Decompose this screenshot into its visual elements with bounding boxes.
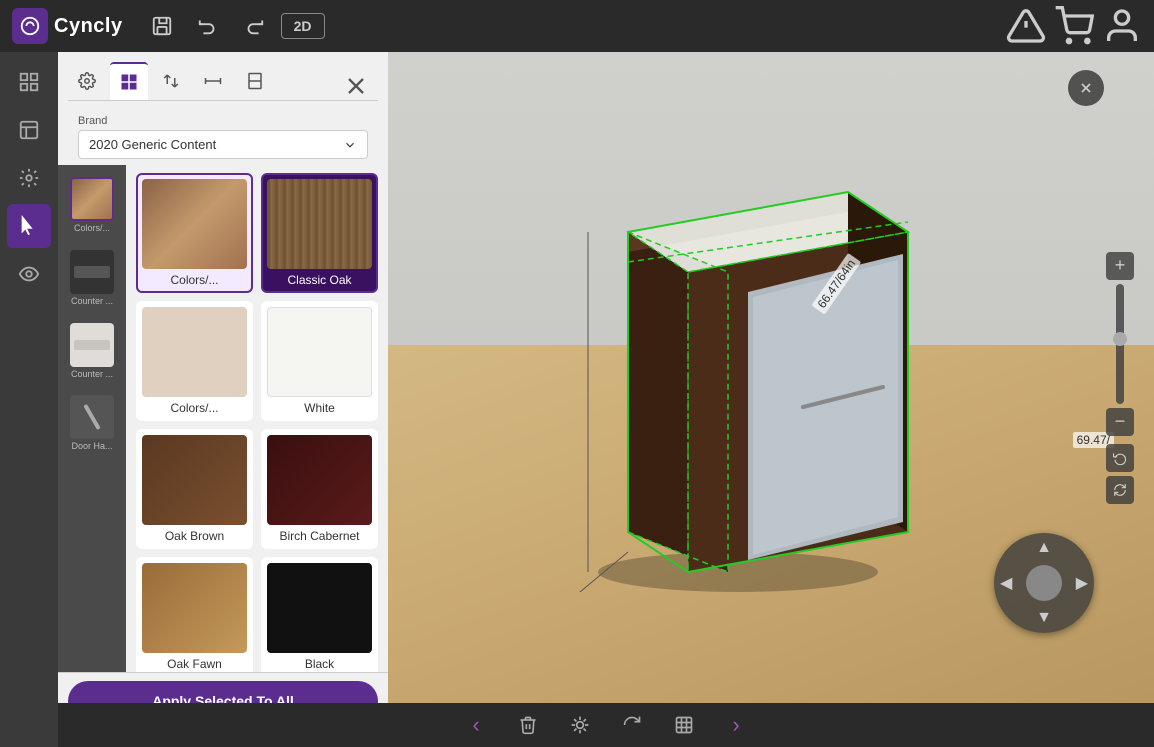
panel-thumbnail-colors[interactable]: Colors/...	[62, 171, 122, 240]
zoom-bar	[1116, 284, 1124, 404]
trash-icon	[518, 715, 538, 735]
left-sidebar	[0, 52, 58, 747]
3d-viewport[interactable]: 66.47/64in 69.47/ ▲ ▼ ◀ ▶ + −	[388, 52, 1154, 703]
nav-right-button[interactable]: ▶	[1076, 573, 1088, 593]
brand-dropdown[interactable]: 2020 Generic Content	[78, 130, 368, 159]
nav-controls: ▲ ▼ ◀ ▶	[994, 533, 1094, 633]
zoom-controls: + −	[1106, 252, 1134, 504]
color-label-colors-selected: Colors/...	[170, 273, 218, 287]
color-item-white[interactable]: White	[261, 301, 378, 421]
color-swatch-oak-fawn	[142, 563, 247, 653]
color-swatch-oak-brown	[142, 435, 247, 525]
color-swatch-white	[267, 307, 372, 397]
decor-icon	[570, 715, 590, 735]
zoom-in-button[interactable]: +	[1106, 252, 1134, 280]
nav-down-button[interactable]: ▼	[1036, 609, 1052, 627]
brand-label: Brand	[78, 115, 368, 127]
snap-button[interactable]	[666, 707, 702, 743]
color-swatch-classic-oak	[267, 179, 372, 269]
zoom-handle	[1113, 332, 1127, 346]
color-grid: Colors/... Classic Oak Colors/... White …	[126, 165, 388, 672]
color-label-classic-oak: Classic Oak	[287, 273, 351, 287]
color-item-black[interactable]: Black	[261, 557, 378, 672]
color-swatch-colors-selected	[142, 179, 247, 269]
color-swatch-black	[267, 563, 372, 653]
rotate-icon	[1113, 483, 1127, 497]
nav-ring: ▲ ▼ ◀ ▶	[994, 533, 1094, 633]
logo-icon	[12, 8, 48, 44]
sidebar-item-select[interactable]	[7, 60, 51, 104]
close-viewport-button[interactable]	[1068, 70, 1104, 106]
color-label-oak-fawn: Oak Fawn	[167, 657, 222, 671]
color-item-colors-sub[interactable]: Colors/...	[136, 301, 253, 421]
alert-button[interactable]	[1006, 6, 1046, 46]
brand-section: Brand 2020 Generic Content	[68, 107, 378, 165]
prev-button[interactable]: ‹	[458, 707, 494, 743]
tab-catalog[interactable]	[110, 62, 148, 100]
redo-button[interactable]	[235, 7, 273, 45]
color-item-classic-oak[interactable]: Classic Oak	[261, 173, 378, 293]
color-label-oak-brown: Oak Brown	[165, 529, 224, 543]
prev-icon: ‹	[472, 712, 479, 738]
brand-value: 2020 Generic Content	[89, 137, 216, 152]
next-icon: ›	[732, 712, 739, 738]
color-label-white: White	[304, 401, 335, 415]
tab-measure[interactable]	[194, 62, 232, 100]
panel-thumbnail-colors-label: Colors/...	[74, 223, 110, 234]
bottom-toolbar: ‹ ›	[58, 703, 1154, 747]
zoom-out-button[interactable]: −	[1106, 408, 1134, 436]
panel-thumbnail-door[interactable]: Door Ha...	[62, 389, 122, 458]
trash-button[interactable]	[510, 707, 546, 743]
cart-button[interactable]	[1054, 6, 1094, 46]
color-item-birch-cabernet[interactable]: Birch Cabernet	[261, 429, 378, 549]
nav-up-button[interactable]: ▲	[1036, 539, 1052, 557]
zoom-reset-icon	[1113, 451, 1127, 465]
panel-thumbnail-counter[interactable]: Counter ...	[62, 244, 122, 313]
app-name: Cyncly	[54, 15, 123, 38]
chevron-down-icon	[343, 138, 357, 152]
tab-door[interactable]	[236, 62, 274, 100]
color-item-oak-brown[interactable]: Oak Brown	[136, 429, 253, 549]
undo-button[interactable]	[189, 7, 227, 45]
nav-center	[1026, 565, 1062, 601]
user-button[interactable]	[1102, 6, 1142, 46]
panel-tabs	[68, 62, 378, 101]
color-label-black: Black	[305, 657, 334, 671]
save-button[interactable]	[143, 7, 181, 45]
color-label-colors-sub: Colors/...	[170, 401, 218, 415]
rotate-control-button[interactable]	[1106, 476, 1134, 504]
panel-thumbnail-door-label: Door Ha...	[71, 441, 112, 452]
sidebar-item-products[interactable]	[7, 156, 51, 200]
rotate-bottom-icon	[622, 715, 642, 735]
nav-left-button[interactable]: ◀	[1000, 573, 1012, 593]
panel-thumbnail-counter2-label: Counter ...	[71, 369, 113, 380]
close-x-icon	[1078, 80, 1094, 96]
color-item-colors-selected[interactable]: Colors/...	[136, 173, 253, 293]
color-item-oak-fawn[interactable]: Oak Fawn	[136, 557, 253, 672]
sidebar-item-rooms[interactable]	[7, 108, 51, 152]
snap-icon	[674, 715, 694, 735]
cabinet-3d	[548, 112, 928, 592]
panel-header: Brand 2020 Generic Content	[58, 52, 388, 165]
topbar-right-controls	[1006, 6, 1142, 46]
zoom-reset-button[interactable]	[1106, 444, 1134, 472]
panel-thumbnail-counter-label: Counter ...	[71, 296, 113, 307]
tab-swap[interactable]	[152, 62, 190, 100]
2d-toggle-button[interactable]: 2D	[281, 13, 325, 39]
tab-settings[interactable]	[68, 62, 106, 100]
next-button[interactable]: ›	[718, 707, 754, 743]
logo: Cyncly	[12, 8, 123, 44]
panel-left-thumbnails: Colors/... Counter ... Counter ...	[58, 165, 126, 672]
color-swatch-colors-sub	[142, 307, 247, 397]
color-swatch-birch-cabernet	[267, 435, 372, 525]
topbar: Cyncly 2D	[0, 0, 1154, 52]
sidebar-item-view[interactable]	[7, 252, 51, 296]
color-label-birch-cabernet: Birch Cabernet	[279, 529, 359, 543]
panel-thumbnail-counter2[interactable]: Counter ...	[62, 317, 122, 386]
rotate-button[interactable]	[614, 707, 650, 743]
panel-close-button[interactable]	[342, 72, 370, 100]
decor-button[interactable]	[562, 707, 598, 743]
color-panel: Brand 2020 Generic Content Colors/... Co…	[58, 52, 388, 747]
sidebar-item-cursor[interactable]	[7, 204, 51, 248]
